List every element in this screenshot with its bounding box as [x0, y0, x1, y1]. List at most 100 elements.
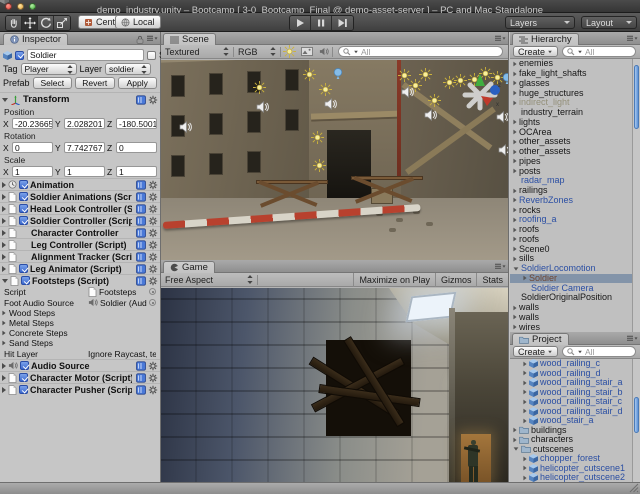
lighting-toggle-icon[interactable]	[281, 45, 298, 58]
draw-mode-dropdown[interactable]: Textured	[161, 47, 233, 57]
help-book-icon[interactable]	[136, 361, 146, 371]
component-header[interactable]: Footsteps (Script)	[0, 274, 160, 286]
help-book-icon[interactable]	[136, 385, 146, 395]
help-book-icon[interactable]	[136, 240, 146, 250]
active-checkbox[interactable]	[15, 51, 24, 60]
gear-icon[interactable]	[148, 95, 158, 105]
scrollbar-thumb[interactable]	[634, 397, 639, 433]
component-header[interactable]: Audio Source	[0, 359, 160, 371]
disclosure-triangle-icon[interactable]	[2, 341, 5, 346]
help-book-icon[interactable]	[136, 276, 146, 286]
help-book-icon[interactable]	[136, 252, 146, 262]
component-header[interactable]: Character Controller	[0, 226, 160, 238]
hierarchy-item[interactable]: pipes	[510, 157, 632, 167]
audio-gizmo-icon[interactable]	[401, 86, 414, 98]
disclosure-triangle-icon[interactable]	[2, 311, 5, 316]
tab-inspector[interactable]: Inspector	[3, 33, 68, 45]
disclosure-triangle-icon[interactable]	[513, 198, 516, 203]
component-enabled-checkbox[interactable]	[19, 180, 28, 189]
render-mode-dropdown[interactable]: RGB	[234, 47, 280, 57]
rotate-tool-icon[interactable]	[38, 16, 54, 30]
scale-x-field[interactable]: 1	[12, 166, 53, 177]
aspect-dropdown[interactable]: Free Aspect	[161, 275, 257, 285]
component-header[interactable]: Leg Controller (Script)	[0, 238, 160, 250]
hierarchy-item[interactable]: glasses	[510, 79, 632, 89]
static-checkbox[interactable]	[147, 51, 156, 60]
hierarchy-item[interactable]: lights	[510, 118, 632, 128]
disclosure-triangle-icon[interactable]	[523, 475, 526, 480]
disclosure-triangle-icon[interactable]	[513, 428, 516, 433]
disclosure-triangle-icon[interactable]	[513, 100, 516, 105]
maximize-on-play-button[interactable]: Maximize on Play	[353, 273, 435, 287]
light-gizmo-icon[interactable]	[303, 68, 316, 81]
disclosure-triangle-icon[interactable]	[513, 130, 516, 135]
disclosure-triangle-icon[interactable]	[513, 227, 516, 232]
gear-icon[interactable]	[148, 180, 158, 190]
scale-tool-icon[interactable]	[54, 16, 70, 30]
disclosure-triangle-icon[interactable]	[513, 208, 516, 213]
gear-icon[interactable]	[148, 204, 158, 214]
object-field[interactable]: Soldier (Audio	[100, 298, 147, 308]
disclosure-triangle-icon[interactable]	[513, 61, 516, 66]
gear-icon[interactable]	[148, 192, 158, 202]
component-enabled-checkbox[interactable]	[19, 264, 28, 273]
prefab-apply-button[interactable]: Apply	[118, 77, 157, 89]
panel-menu-icon[interactable]	[147, 35, 158, 42]
project-item[interactable]: wood_stair_a	[510, 416, 632, 426]
disclosure-triangle-icon[interactable]	[2, 98, 8, 102]
component-header[interactable]: Animation	[0, 178, 160, 190]
disclosure-triangle-icon[interactable]	[514, 267, 519, 270]
pause-button[interactable]	[311, 16, 332, 30]
disclosure-triangle-icon[interactable]	[513, 149, 516, 154]
disclosure-triangle-icon[interactable]	[513, 217, 516, 222]
name-field[interactable]	[27, 49, 144, 61]
component-enabled-checkbox[interactable]	[21, 276, 30, 285]
scrollbar-thumb[interactable]	[634, 65, 639, 129]
component-enabled-checkbox[interactable]	[19, 385, 28, 394]
hierarchy-item[interactable]: walls	[510, 313, 632, 323]
panel-menu-icon[interactable]	[627, 335, 638, 342]
disclosure-triangle-icon[interactable]	[2, 230, 6, 236]
resize-grip[interactable]	[629, 483, 639, 493]
disclosure-triangle-icon[interactable]	[513, 71, 516, 76]
hand-tool-icon[interactable]	[6, 16, 22, 30]
disclosure-triangle-icon[interactable]	[2, 363, 6, 369]
component-header[interactable]: Character Pusher (Script)	[0, 383, 160, 395]
disclosure-triangle-icon[interactable]	[523, 390, 526, 395]
light-gizmo-icon[interactable]	[319, 83, 332, 96]
tab-game[interactable]: Game	[163, 261, 215, 273]
component-header[interactable]: Alignment Tracker (Script)	[0, 250, 160, 262]
component-header[interactable]: Soldier Animations (Script)	[0, 190, 160, 202]
panel-menu-icon[interactable]	[627, 35, 638, 42]
space-local-button[interactable]: Local	[115, 15, 161, 29]
disclosure-triangle-icon[interactable]	[2, 387, 6, 393]
disclosure-triangle-icon[interactable]	[2, 182, 6, 188]
audio-gizmo-icon[interactable]	[324, 98, 337, 110]
disclosure-triangle-icon[interactable]	[514, 448, 519, 451]
object-picker-icon[interactable]	[149, 288, 156, 295]
component-header[interactable]: Head Look Controller (Script)	[0, 202, 160, 214]
layers-dropdown[interactable]: Layers	[505, 16, 575, 29]
disclosure-triangle-icon[interactable]	[513, 139, 516, 144]
hierarchy-item[interactable]: ReverbZones	[510, 196, 632, 206]
disclosure-triangle-icon[interactable]	[2, 242, 6, 248]
disclosure-triangle-icon[interactable]	[513, 169, 516, 174]
disclosure-triangle-icon[interactable]	[2, 375, 6, 381]
help-book-icon[interactable]	[136, 264, 146, 274]
rotation-y-field[interactable]: 7.742767	[64, 142, 105, 153]
scene-axis-gizmo[interactable]: zx	[457, 72, 503, 118]
footsteps-group[interactable]: Concrete Steps	[0, 328, 160, 338]
create-button[interactable]: Create	[513, 46, 558, 57]
component-header[interactable]: Leg Animator (Script)	[0, 262, 160, 274]
tab-scene[interactable]: Scene	[163, 33, 216, 45]
disclosure-triangle-icon[interactable]	[523, 361, 526, 366]
light-gizmo-icon[interactable]	[419, 68, 432, 81]
component-enabled-checkbox[interactable]	[19, 204, 28, 213]
layout-dropdown[interactable]: Layout	[581, 16, 637, 29]
help-book-icon[interactable]	[136, 216, 146, 226]
disclosure-triangle-icon[interactable]	[513, 237, 516, 242]
tag-dropdown[interactable]: Player	[21, 63, 77, 75]
component-header[interactable]: Soldier Controller (Script)	[0, 214, 160, 226]
light-gizmo-icon[interactable]	[253, 81, 266, 94]
disclosure-triangle-icon[interactable]	[513, 188, 516, 193]
